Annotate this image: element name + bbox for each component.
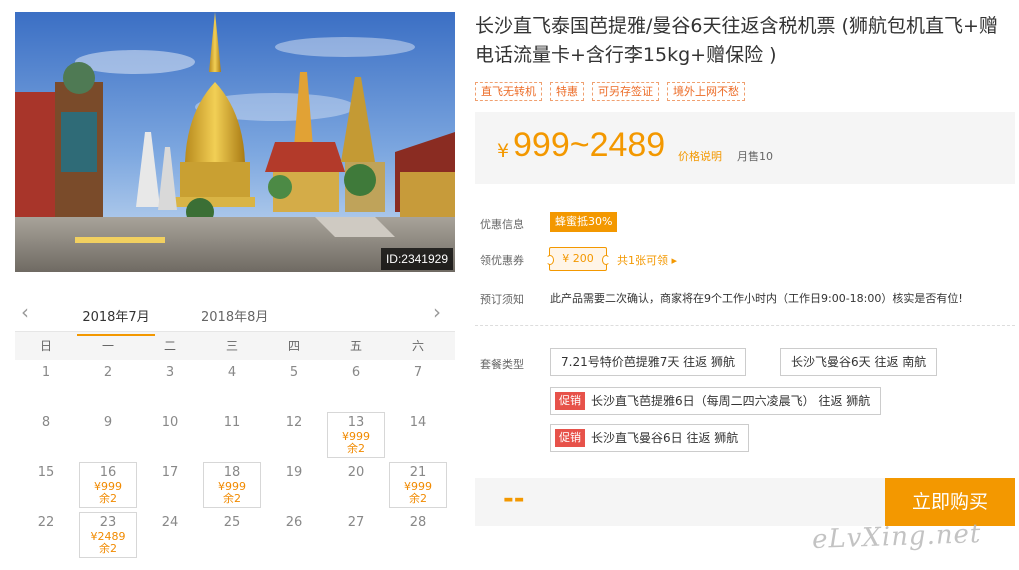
package-option-label: 长沙直飞芭提雅6日（每周二四六凌晨飞） 往返 狮航 [591, 394, 871, 408]
price-range: 999~2489 [513, 126, 666, 164]
promo-sale-badge: 促销 [555, 429, 585, 447]
package-option-label: 长沙飞曼谷6天 往返 南航 [791, 355, 927, 369]
calendar-day: 8 [41, 415, 51, 430]
package-option[interactable]: 促销 长沙直飞芭提雅6日（每周二四六凌晨飞） 往返 狮航 [550, 387, 882, 415]
calendar-day: 22 [37, 515, 55, 530]
selected-price: -- [503, 484, 525, 514]
day-remaining: 余2 [99, 492, 117, 505]
calendar-day: 14 [409, 415, 427, 430]
calendar-day: 20 [347, 465, 365, 480]
calendar-day: 25 [223, 515, 241, 530]
promo-sale-badge: 促销 [555, 392, 585, 410]
calendar-day: 11 [223, 415, 241, 430]
tag-direct-flight: 直飞无转机 [475, 82, 542, 101]
tab-july-2018[interactable]: 2018年7月 [77, 306, 155, 336]
weekday-thu: 四 [287, 339, 300, 353]
price-explanation-link[interactable]: 价格说明 [678, 148, 722, 164]
weekday-sun: 日 [39, 339, 52, 353]
calendar-day-available[interactable]: 16 ¥999 余2 [79, 462, 137, 508]
calendar-day: 28 [409, 515, 427, 530]
calendar-day: 3 [165, 365, 175, 380]
monthly-sales: 月售10 [737, 150, 773, 163]
weekday-wed: 三 [225, 339, 238, 353]
calendar-day-available[interactable]: 13 ¥999 余2 [327, 412, 385, 458]
tag-special-offer: 特惠 [550, 82, 584, 101]
promotion-label: 优惠信息 [480, 218, 524, 231]
calendar-day: 15 [37, 465, 55, 480]
temple-photo [15, 12, 455, 272]
calendar-day: 10 [161, 415, 179, 430]
next-month-chevron-icon[interactable]: › [433, 302, 449, 322]
package-option[interactable]: 促销 长沙直飞曼谷6日 往返 狮航 [550, 424, 750, 452]
weekday-sat: 六 [411, 339, 424, 353]
calendar-day: 1 [41, 365, 51, 380]
site-watermark: eLvXing.net [811, 519, 982, 555]
weekday-header: 日 一 二 三 四 五 六 [15, 332, 455, 360]
package-option[interactable]: 7.21号特价芭提雅7天 往返 狮航 [550, 348, 746, 376]
weekday-fri: 五 [349, 339, 362, 353]
calendar-day-available[interactable]: 21 ¥999 余2 [389, 462, 447, 508]
product-tags: 直飞无转机 特惠 可另存签证 境外上网不愁 [475, 82, 745, 101]
package-option[interactable]: 长沙飞曼谷6天 往返 南航 [780, 348, 938, 376]
calendar-day: 26 [285, 515, 303, 530]
tag-internet: 境外上网不愁 [667, 82, 745, 101]
day-remaining: 余2 [347, 442, 365, 455]
tab-august-2018[interactable]: 2018年8月 [201, 306, 268, 334]
product-title: 长沙直飞泰国芭提雅/曼谷6天往返含税机票 (狮航包机直飞+赠电话流量卡+含行李1… [475, 15, 998, 66]
day-remaining: 余2 [99, 542, 117, 555]
calendar-day: 17 [161, 465, 179, 480]
tag-visa: 可另存签证 [592, 82, 659, 101]
coupon-label: 领优惠券 [480, 254, 524, 267]
calendar-day: 12 [285, 415, 303, 430]
calendar-day: 5 [289, 365, 299, 380]
calendar-day: 27 [347, 515, 365, 530]
package-option-label: 长沙直飞曼谷6日 往返 狮航 [591, 431, 739, 445]
package-label: 套餐类型 [480, 358, 524, 371]
calendar-day: 7 [413, 365, 423, 380]
claim-coupon-link[interactable]: 共1张可领 ▸ [617, 252, 677, 268]
calendar-day: 9 [103, 415, 113, 430]
departure-calendar: ‹ 2018年7月 2018年8月 › 日 一 二 三 四 五 六 1 2 3 … [15, 296, 455, 560]
product-hero-image: ID:2341929 [15, 12, 455, 272]
buy-now-button[interactable]: 立即购买 [885, 478, 1015, 526]
coupon-ticket[interactable]: ¥ 200 [546, 247, 610, 271]
weekday-tue: 二 [163, 339, 176, 353]
day-remaining: 余2 [409, 492, 427, 505]
package-option-label: 7.21号特价芭提雅7天 往返 狮航 [561, 355, 735, 369]
divider [475, 325, 1015, 326]
calendar-day: 6 [351, 365, 361, 380]
price-panel: ¥ 999~2489 价格说明 月售10 [475, 112, 1015, 184]
purchase-bar: -- 立即购买 [475, 478, 1015, 526]
booking-notice-text: 此产品需要二次确认，商家将在9个工作小时内（工作日9:00-18:00）核实是否… [550, 292, 963, 305]
calendar-day-available[interactable]: 18 ¥999 余2 [203, 462, 261, 508]
calendar-day: 2 [103, 365, 113, 380]
calendar-day: 24 [161, 515, 179, 530]
calendar-day: 4 [227, 365, 237, 380]
calendar-header: ‹ 2018年7月 2018年8月 › [15, 296, 455, 336]
prev-month-chevron-icon[interactable]: ‹ [21, 302, 37, 322]
notice-label: 预订须知 [480, 293, 524, 306]
calendar-day-available[interactable]: 23 ¥2489 余2 [79, 512, 137, 558]
calendar-day: 19 [285, 465, 303, 480]
image-id-badge: ID:2341929 [380, 248, 453, 270]
price-currency: ¥ [497, 140, 510, 162]
weekday-mon: 一 [101, 339, 114, 353]
day-remaining: 余2 [223, 492, 241, 505]
calendar-grid: 1 2 3 4 5 6 7 8 9 10 11 12 13 ¥999 余2 14… [15, 360, 455, 560]
promotion-badge: 蜂蜜抵30% [550, 212, 618, 232]
